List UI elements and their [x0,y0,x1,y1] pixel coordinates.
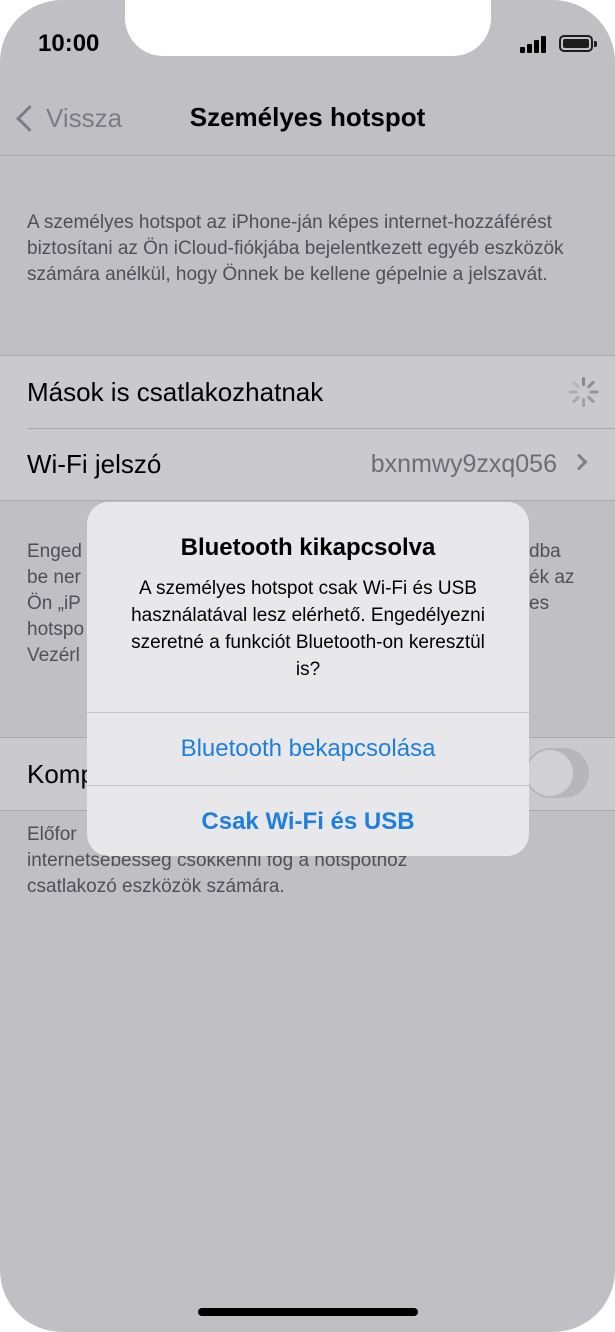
allow-description-line: es [529,593,550,614]
notch [125,0,491,56]
status-time: 10:00 [38,30,100,57]
wifi-password-label: Wi-Fi jelszó [27,448,162,479]
compatibility-label: Komp [27,758,95,789]
signal-icon [520,35,550,53]
compat-description-line: csatlakozó eszközök számára. [27,876,285,897]
battery-icon [559,35,597,52]
bluetooth-alert-dialog: Bluetooth kikapcsolva A személyes hotspo… [87,502,529,856]
compatibility-toggle[interactable] [525,748,589,798]
spinner-icon [567,376,599,408]
wifi-password-value: bxnmwy9zxq056 [370,449,557,478]
page-title: Személyes hotspot [189,102,426,132]
turn-on-bluetooth-button[interactable]: Bluetooth bekapcsolása [87,713,529,785]
allow-description-line: dba [529,541,561,562]
wifi-password-row[interactable]: Wi-Fi jelszó bxnmwy9zxq056 [0,428,615,500]
intro-description: A személyes hotspot az iPhone-ján képes … [27,212,564,285]
alert-title: Bluetooth kikapcsolva [180,534,436,561]
allow-others-label: Mások is csatlakozhatnak [27,376,324,407]
phone-screen: 10:00 Vissza Személyes hotspot A személy… [0,0,615,1332]
home-indicator[interactable] [198,1308,418,1316]
allow-others-row[interactable]: Mások is csatlakozhatnak [0,356,615,428]
allow-description-line: ék az [529,567,575,588]
allow-description-right: dba ék az es [529,539,589,617]
navigation-bar: Vissza Személyes hotspot [0,82,615,156]
wifi-usb-only-button[interactable]: Csak Wi-Fi és USB [87,786,529,856]
alert-message: A személyes hotspot csak Wi-Fi és USB ha… [131,578,485,680]
hotspot-settings-group: Mások is csatlakozhatnak Wi-Fi jelszó bx… [0,355,615,501]
chevron-right-icon [570,453,588,471]
